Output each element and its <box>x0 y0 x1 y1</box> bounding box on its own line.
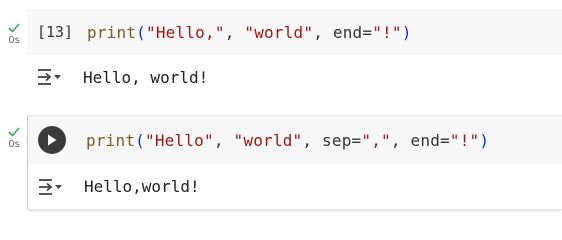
output-text: Hello,world! <box>84 177 200 196</box>
code-token-function: print <box>87 22 137 42</box>
output-menu-icon[interactable] <box>38 178 64 196</box>
code-token-paren: ) <box>401 22 412 42</box>
code-token-string: "world" <box>233 130 303 150</box>
notebook-cell-1: 0s [13] print("Hello,", "world", end="!"… <box>0 0 562 105</box>
code-token-paren: ) <box>479 130 490 150</box>
code-editor[interactable]: print("Hello", "world", sep=",", end="!"… <box>27 115 562 164</box>
run-cell-button[interactable] <box>38 126 66 154</box>
output-menu-icon[interactable] <box>37 68 63 86</box>
code-token-string: "Hello" <box>145 130 214 150</box>
code-token-string: "world" <box>244 22 314 42</box>
check-icon <box>8 23 20 33</box>
notebook-cell-2: 0s print("Hello", "world", sep=",", end=… <box>0 112 562 220</box>
output-area: Hello,world! <box>27 164 562 210</box>
play-icon <box>48 134 57 146</box>
code-token-kwarg: , sep= <box>302 130 362 150</box>
code-token-string: "!" <box>372 22 402 42</box>
execution-time: 0s <box>8 139 20 150</box>
code-token-string: "!" <box>449 130 480 150</box>
output-area: Hello, world! <box>27 56 562 98</box>
code-token-string: "Hello," <box>146 22 225 42</box>
check-icon <box>8 127 20 137</box>
output-text: Hello, world! <box>83 67 209 87</box>
code-token-paren: ( <box>136 22 147 42</box>
code-token-kwarg: , end= <box>313 22 373 42</box>
code-token-string: "," <box>361 130 391 150</box>
code-token-function: print <box>86 130 136 150</box>
cell-status: 0s <box>4 127 24 150</box>
execution-time: 0s <box>8 35 20 46</box>
code-token-sep: , <box>224 22 245 42</box>
cell-status: 0s <box>4 23 24 46</box>
execution-count[interactable]: [13] <box>31 23 79 41</box>
code-line[interactable]: print("Hello,", "world", end="!") <box>87 23 412 42</box>
code-token-kwarg: , end= <box>390 130 450 150</box>
code-token-paren: ( <box>135 130 146 150</box>
code-token-sep: , <box>213 130 234 150</box>
code-editor[interactable]: [13] print("Hello,", "world", end="!") <box>27 9 562 55</box>
code-line[interactable]: print("Hello", "world", sep=",", end="!"… <box>86 131 489 150</box>
